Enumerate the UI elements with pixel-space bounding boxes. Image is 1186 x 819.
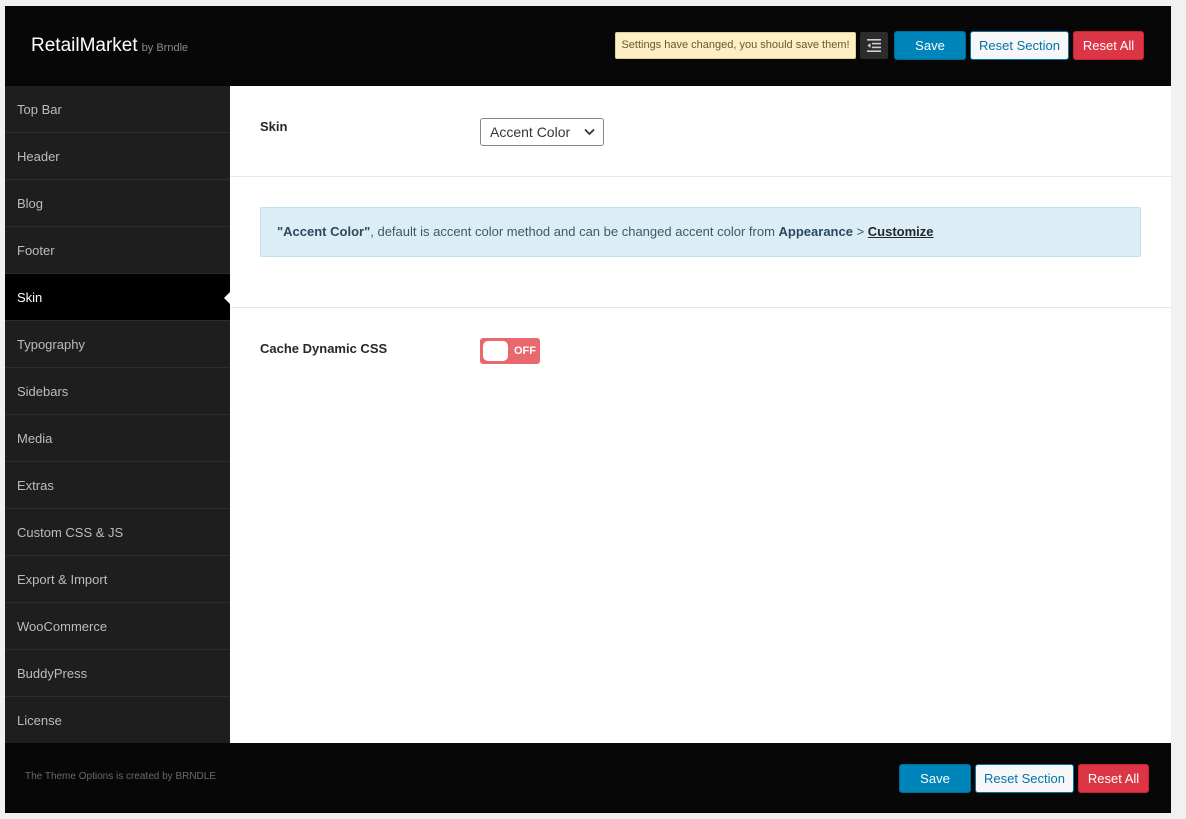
footer-reset-section-button[interactable]: Reset Section [975, 764, 1074, 793]
info-appearance: Appearance [778, 224, 853, 239]
reset-section-button[interactable]: Reset Section [970, 31, 1069, 60]
skin-label: Skin [260, 119, 288, 134]
info-separator: > [852, 224, 868, 239]
expand-menu-button[interactable] [860, 32, 888, 59]
skin-info-notice: "Accent Color", default is accent color … [260, 207, 1141, 257]
sidebar-item-buddypress[interactable]: BuddyPress [5, 650, 230, 697]
save-button[interactable]: Save [894, 31, 966, 60]
cache-dynamic-css-toggle[interactable]: OFF [480, 338, 540, 364]
theme-options-panel: RetailMarket by Brndle Settings have chan… [5, 6, 1171, 813]
sidebar-item-woocommerce[interactable]: WooCommerce [5, 603, 230, 650]
sidebar-item-footer[interactable]: Footer [5, 227, 230, 274]
info-text: , default is accent color method and can… [370, 224, 779, 239]
skin-row: Skin Accent Color [230, 86, 1171, 177]
sidebar-item-media[interactable]: Media [5, 415, 230, 462]
customize-link[interactable]: Customize [868, 224, 934, 239]
options-content: Skin Accent Color "Accent Color", defaul… [230, 86, 1171, 743]
options-footer: The Theme Options is created by BRNDLE S… [5, 743, 1171, 813]
sidebar-item-custom-css-js[interactable]: Custom CSS & JS [5, 509, 230, 556]
info-term: "Accent Color" [277, 224, 371, 239]
footer-save-button[interactable]: Save [899, 764, 971, 793]
unsaved-changes-notice: Settings have changed, you should save t… [615, 32, 856, 59]
brand-byline: by Brndle [141, 42, 189, 54]
footer-credit: The Theme Options is created by BRNDLE [25, 771, 217, 782]
skin-select-value: Accent Color [490, 124, 571, 140]
options-header: RetailMarket by Brndle Settings have chan… [5, 6, 1171, 86]
sidebar-item-export-import[interactable]: Export & Import [5, 556, 230, 603]
chevron-down-icon [584, 128, 595, 136]
expand-menu-icon [867, 39, 881, 52]
sidebar-item-license[interactable]: License [5, 697, 230, 744]
sidebar-item-extras[interactable]: Extras [5, 462, 230, 509]
sidebar-item-skin[interactable]: Skin [5, 274, 230, 321]
sidebar-item-typography[interactable]: Typography [5, 321, 230, 368]
brand-logo: RetailMarket by Brndle [31, 35, 188, 57]
sidebar-item-sidebars[interactable]: Sidebars [5, 368, 230, 415]
cache-dynamic-css-label: Cache Dynamic CSS [260, 341, 388, 356]
brand-name: RetailMarket [31, 35, 138, 56]
reset-all-button[interactable]: Reset All [1073, 31, 1144, 60]
toggle-state-label: OFF [514, 345, 536, 357]
sidebar-item-header[interactable]: Header [5, 133, 230, 180]
sidebar-item-top-bar[interactable]: Top Bar [5, 86, 230, 133]
footer-reset-all-button[interactable]: Reset All [1078, 764, 1149, 793]
toggle-knob [483, 341, 508, 361]
sidebar-item-blog[interactable]: Blog [5, 180, 230, 227]
options-sidebar: Top Bar Header Blog Footer Skin Typograp… [5, 86, 230, 744]
skin-select[interactable]: Accent Color [480, 118, 604, 146]
